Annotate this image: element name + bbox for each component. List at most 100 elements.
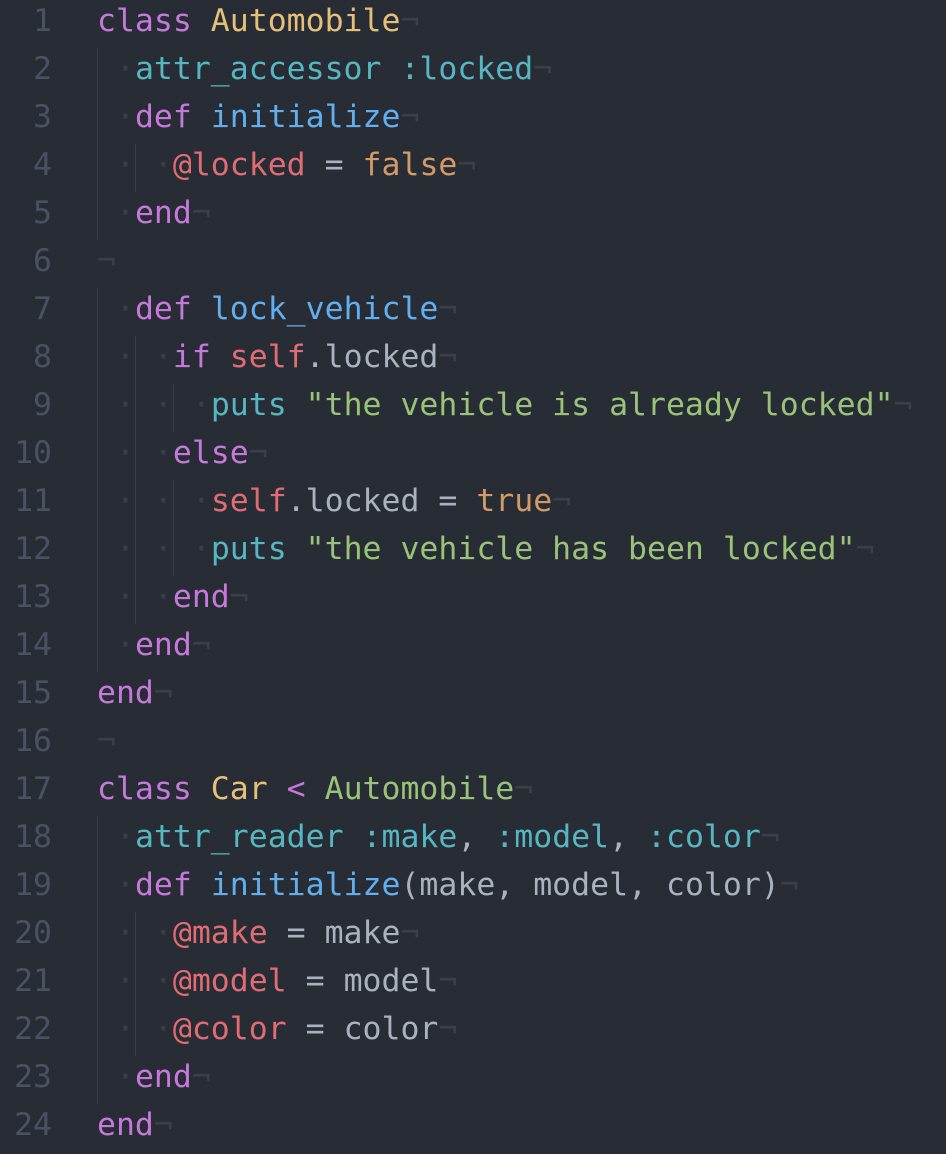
code-token: class — [97, 3, 192, 39]
code-token: end — [172, 579, 230, 615]
line-number[interactable]: 14 — [0, 624, 52, 666]
code-line[interactable]: 15 end¬ — [0, 672, 946, 720]
indent-marker: · — [97, 627, 135, 663]
line-number[interactable]: 24 — [0, 1104, 52, 1146]
code-line[interactable]: 22 · ·@color = color¬ — [0, 1008, 946, 1056]
indent-marker: · — [172, 387, 211, 423]
code-token: @model — [172, 963, 287, 999]
code-line[interactable]: 4 · ·@locked = false¬ — [0, 144, 946, 192]
line-number[interactable]: 1 — [0, 0, 52, 42]
code-token: false — [362, 147, 458, 183]
indent-marker: · — [97, 51, 135, 87]
code-text: ·def initialize¬ — [97, 96, 419, 138]
indent-guide — [97, 336, 98, 384]
code-line[interactable]: 19 ·def initialize(make, model, color)¬ — [0, 864, 946, 912]
indent-guide — [97, 816, 98, 864]
line-number[interactable]: 18 — [0, 816, 52, 858]
code-line[interactable]: 5 ·end¬ — [0, 192, 946, 240]
indent-marker: · — [134, 483, 173, 519]
indent-guide — [97, 864, 98, 912]
code-line[interactable]: 7 ·def lock_vehicle¬ — [0, 288, 946, 336]
code-token: :make — [362, 819, 458, 855]
code-token: :color — [647, 819, 761, 855]
indent-guide — [135, 336, 136, 384]
code-text: · ·if self.locked¬ — [97, 336, 457, 378]
code-line[interactable]: 1 class Automobile¬ — [0, 0, 946, 48]
eol-marker: ¬ — [248, 435, 268, 471]
code-token: @locked — [172, 147, 306, 183]
line-number[interactable]: 6 — [0, 240, 52, 282]
code-editor[interactable]: 1 class Automobile ¬ 2 ·attr_accessor :lock… — [0, 0, 946, 1154]
code-text: ·end¬ — [97, 624, 211, 666]
indent-guide — [135, 960, 136, 1008]
code-token: Automobile — [210, 3, 401, 39]
line-number[interactable]: 12 — [0, 528, 52, 570]
code-line[interactable]: 16 ¬ — [0, 720, 946, 768]
line-number[interactable]: 13 — [0, 576, 52, 618]
code-token: puts — [210, 531, 287, 567]
code-line[interactable]: 10 · ·else¬ — [0, 432, 946, 480]
code-text: · ·@color = color¬ — [97, 1008, 457, 1050]
code-line[interactable]: 24 end¬ — [0, 1104, 946, 1152]
line-number[interactable]: 16 — [0, 720, 52, 762]
indent-marker: · — [97, 531, 135, 567]
line-number[interactable]: 8 — [0, 336, 52, 378]
line-number[interactable]: 21 — [0, 960, 52, 1002]
code-line[interactable]: 18 ·attr_reader :make, :model, :color¬ — [0, 816, 946, 864]
indent-marker: · — [97, 1011, 135, 1047]
indent-marker: · — [134, 339, 173, 375]
line-number[interactable]: 7 — [0, 288, 52, 330]
code-token: end — [134, 1059, 192, 1095]
indent-marker: · — [97, 339, 135, 375]
indent-guide — [97, 1056, 98, 1104]
code-token: end — [134, 195, 192, 231]
line-number[interactable]: 5 — [0, 192, 52, 234]
code-line[interactable]: 3 ·def initialize¬ — [0, 96, 946, 144]
indent-marker: · — [134, 1011, 173, 1047]
indent-marker: · — [97, 579, 135, 615]
indent-marker: · — [134, 915, 173, 951]
code-line[interactable]: 20 · ·@make = make¬ — [0, 912, 946, 960]
code-token: :model — [495, 819, 610, 855]
line-number[interactable]: 23 — [0, 1056, 52, 1098]
code-token: Automobile — [324, 771, 515, 807]
code-token: else — [172, 435, 249, 471]
line-number[interactable]: 3 — [0, 96, 52, 138]
code-token: lock_vehicle — [210, 291, 439, 327]
line-number[interactable]: 15 — [0, 672, 52, 714]
indent-marker: · — [97, 915, 135, 951]
code-text: ·end¬ — [97, 1056, 211, 1098]
line-number[interactable]: 2 — [0, 48, 52, 90]
indent-guide — [97, 1008, 98, 1056]
code-line[interactable]: 14 ·end¬ — [0, 624, 946, 672]
line-number[interactable]: 19 — [0, 864, 52, 906]
code-line[interactable]: 12 · · ·puts "the vehicle has been locke… — [0, 528, 946, 576]
line-number[interactable]: 22 — [0, 1008, 52, 1050]
code-line[interactable]: 17 class Car < Automobile¬ — [0, 768, 946, 816]
code-line[interactable]: 2 ·attr_accessor :locked¬ — [0, 48, 946, 96]
code-text: · ·@model = model¬ — [97, 960, 457, 1002]
line-number[interactable]: 10 — [0, 432, 52, 474]
code-line[interactable]: 13 · ·end¬ — [0, 576, 946, 624]
code-text: ¬ — [97, 240, 116, 282]
line-number[interactable]: 17 — [0, 768, 52, 810]
indent-marker: · — [172, 531, 211, 567]
code-line[interactable]: 23 ·end¬ — [0, 1056, 946, 1104]
code-line[interactable]: 9 · · ·puts "the vehicle is already lock… — [0, 384, 946, 432]
eol-marker: ¬ — [779, 867, 799, 903]
eol-marker: ¬ — [893, 387, 913, 423]
eol-marker: ¬ — [191, 627, 211, 663]
code-line[interactable]: 21 · ·@model = model¬ — [0, 960, 946, 1008]
line-number[interactable]: 4 — [0, 144, 52, 186]
line-number[interactable]: 20 — [0, 912, 52, 954]
line-number[interactable]: 9 — [0, 384, 52, 426]
line-number[interactable]: 11 — [0, 480, 52, 522]
code-text: · · ·puts "the vehicle is already locked… — [97, 384, 913, 426]
code-line[interactable]: 11 · · ·self.locked = true¬ — [0, 480, 946, 528]
code-line[interactable]: 6 ¬ — [0, 240, 946, 288]
code-line[interactable]: 8 · ·if self.locked¬ — [0, 336, 946, 384]
indent-guide — [135, 576, 136, 624]
